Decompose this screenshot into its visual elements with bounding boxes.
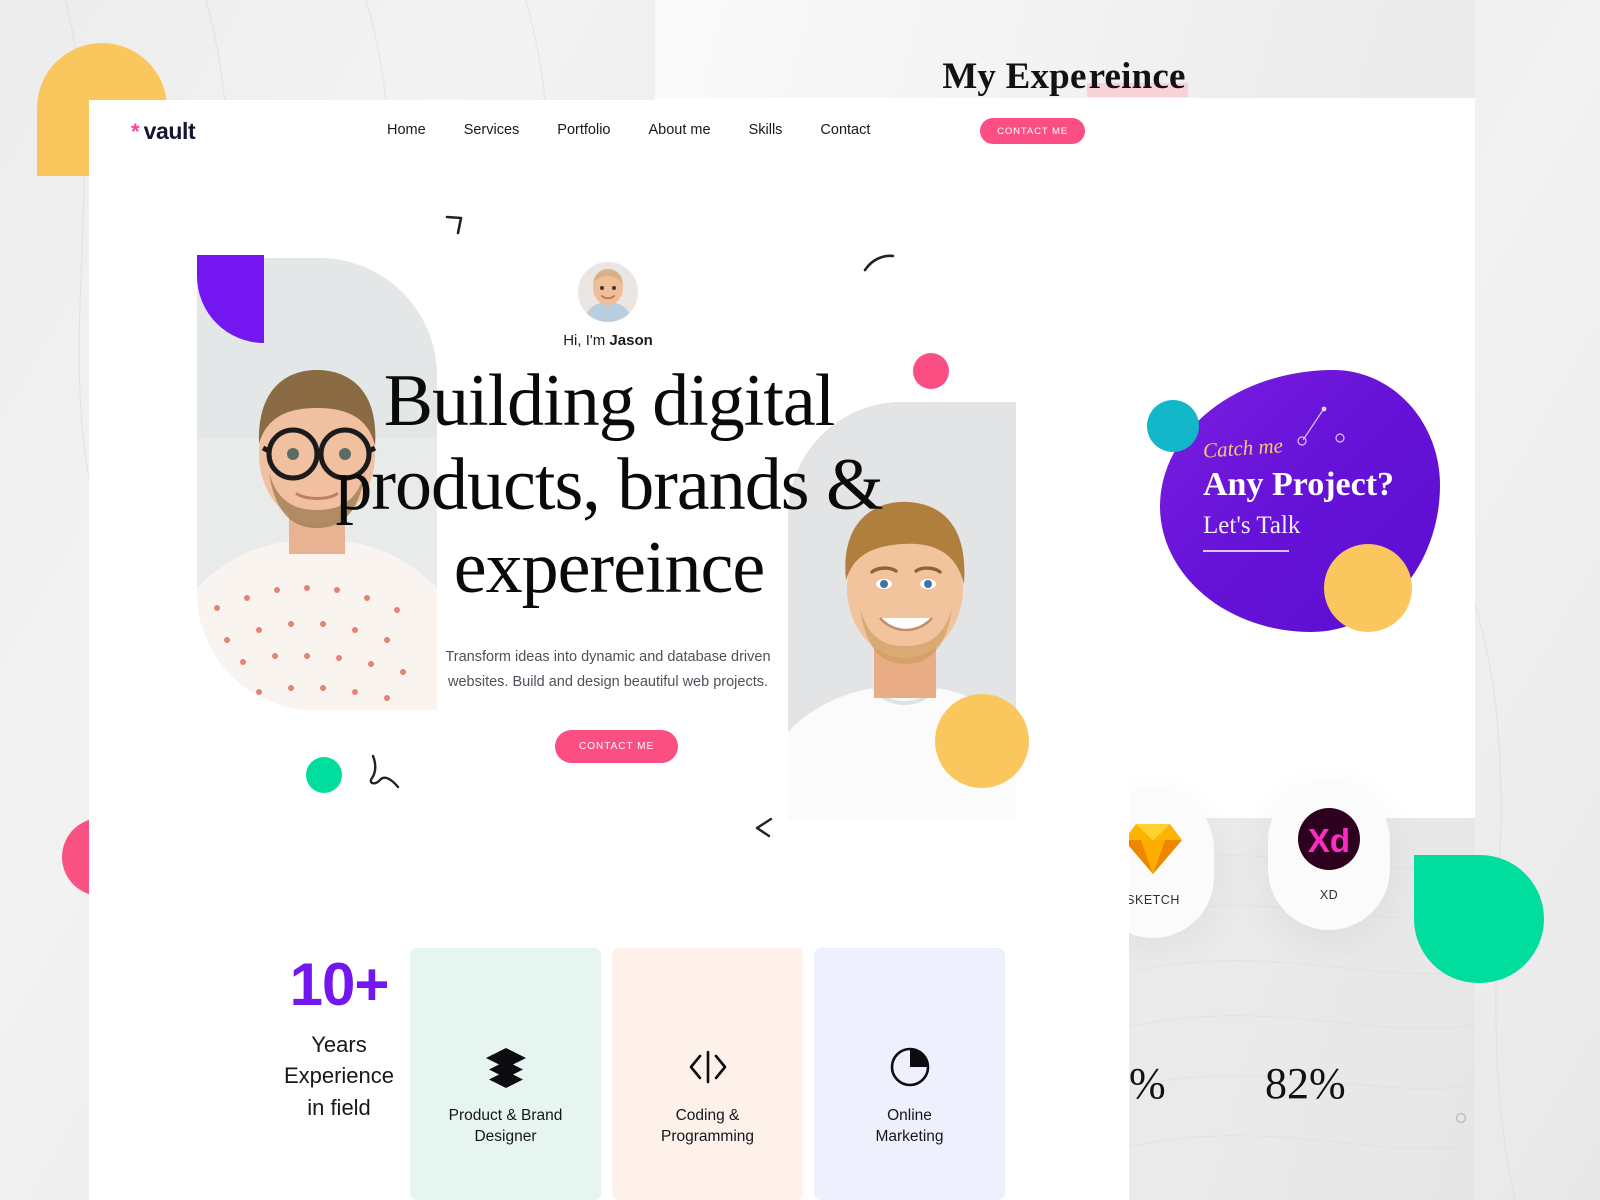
svg-text:Xd: Xd <box>1308 822 1350 859</box>
nav-item-about-me[interactable]: About me <box>649 122 711 138</box>
blob-teal-dot <box>1147 400 1199 452</box>
lets-talk-blob-card[interactable]: Catch me Any Project? Let's Talk <box>1145 352 1475 682</box>
blob-yellow-dot <box>1324 544 1412 632</box>
main-navigation: Home Services Portfolio About me Skills … <box>387 122 870 138</box>
blob-question-text: Any Project? <box>1203 466 1395 503</box>
experience-stat: 10+ Years Experience in field <box>244 955 434 1123</box>
secondary-page-title: My Expereince <box>655 55 1475 98</box>
experience-label-line3: in field <box>307 1094 371 1120</box>
hero-headline: Building digital products, brands & expe… <box>179 360 1039 611</box>
nav-item-contact[interactable]: Contact <box>820 122 870 138</box>
small-circle-doodle-icon <box>1455 1112 1467 1124</box>
service-card-title-2: Coding & Programming <box>661 1105 754 1148</box>
adobe-xd-logo-icon: Xd <box>1298 808 1360 870</box>
site-header: * vault Home Services Portfolio About me… <box>89 100 1129 162</box>
skill-label-xd: XD <box>1319 888 1339 902</box>
blob-constellation-icon <box>1297 406 1345 446</box>
nav-item-home[interactable]: Home <box>387 122 426 138</box>
service-card-coding-programming[interactable]: Coding & Programming <box>612 948 803 1200</box>
skill-pill-xd[interactable]: Xd XD <box>1268 780 1390 930</box>
code-brackets-icon <box>689 1050 726 1084</box>
service-card-product-brand-designer[interactable]: Product & Brand Designer <box>410 948 601 1200</box>
headline-line-2: products, brands & <box>335 443 883 526</box>
headline-line-1: Building digital <box>383 360 836 442</box>
pie-chart-icon <box>890 1047 929 1087</box>
logo-wordmark: vault <box>143 118 196 144</box>
secondary-title-part1: My Expe <box>942 56 1087 97</box>
hero-subtext: Transform ideas into dynamic and databas… <box>418 645 798 695</box>
site-logo[interactable]: * vault <box>131 118 196 145</box>
hero-contact-me-button[interactable]: CONTACT ME <box>555 730 679 763</box>
avatar <box>578 262 638 322</box>
sketch-logo-icon <box>1124 824 1182 874</box>
service-card-online-marketing[interactable]: Online Marketing <box>814 948 1005 1200</box>
hero-greeting-name: Jason <box>609 332 653 349</box>
card3-title-line1: Online <box>887 1106 932 1124</box>
hero-subtext-line2: websites. Build and design beautiful web… <box>448 673 768 690</box>
loop-swirl-doodle-icon <box>369 754 400 789</box>
secondary-title-part2: reince <box>1086 56 1188 97</box>
skill-label-sketch: SKETCH <box>1126 893 1180 907</box>
arrow-tick-doodle-icon <box>445 215 463 235</box>
experience-label-line2: Experience <box>283 1063 395 1089</box>
layers-stack-icon <box>485 1048 526 1088</box>
hero-subtext-line1: Transform ideas into dynamic and databas… <box>445 649 771 665</box>
green-dot-decoration <box>306 757 342 793</box>
nav-item-skills[interactable]: Skills <box>749 122 783 138</box>
service-card-title-1: Product & Brand Designer <box>449 1105 563 1148</box>
service-cards-row: Product & Brand Designer Coding & Progra… <box>410 948 1005 1200</box>
skill-percent-xd: 82% <box>1265 1059 1346 1108</box>
blob-cta-text[interactable]: Let's Talk <box>1203 512 1300 540</box>
curve-dash-doodle-icon <box>863 254 895 272</box>
card2-title-line1: Coding & <box>675 1106 740 1124</box>
card1-title-line1: Product & Brand <box>448 1106 563 1124</box>
card1-title-line2: Designer <box>474 1128 537 1146</box>
header-contact-me-button[interactable]: CONTACT ME <box>980 118 1085 144</box>
blob-cta-underline <box>1203 550 1289 552</box>
avatar-image <box>578 262 638 322</box>
nav-item-services[interactable]: Services <box>464 122 520 138</box>
headline-line-3: expereince <box>453 527 765 610</box>
service-card-title-3: Online Marketing <box>875 1105 943 1148</box>
experience-stat-label: Years Experience in field <box>244 1029 434 1123</box>
screenshot-canvas: My Expereince ard ldun ut labore et do m… <box>0 0 1600 1200</box>
yellow-circle-decoration <box>935 694 1029 788</box>
hero-greeting-prefix: Hi, I'm <box>563 332 610 349</box>
green-shape-decoration <box>1414 855 1544 983</box>
portfolio-landing-page: * vault Home Services Portfolio About me… <box>89 100 1129 1200</box>
nav-item-portfolio[interactable]: Portfolio <box>557 122 610 138</box>
card2-title-line2: Programming <box>660 1128 755 1146</box>
experience-stat-number: 10+ <box>289 951 390 1018</box>
card3-title-line2: Marketing <box>875 1128 944 1146</box>
asterisk-icon: * <box>131 119 140 144</box>
chevron-doodle-icon <box>755 817 773 838</box>
experience-label-line1: Years <box>311 1032 367 1057</box>
hero-greeting: Hi, I'm Jason <box>418 332 798 349</box>
